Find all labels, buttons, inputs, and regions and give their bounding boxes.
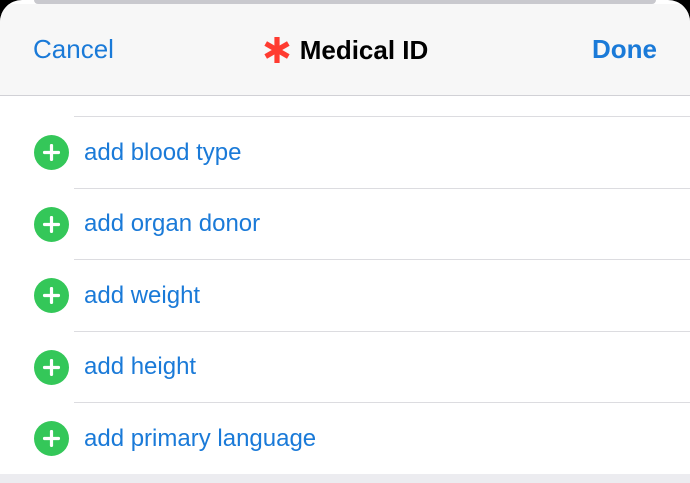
add-blood-type-label[interactable]: add blood type bbox=[84, 139, 241, 167]
add-height-row[interactable]: add height bbox=[0, 332, 690, 403]
page-title: Medical ID bbox=[299, 34, 429, 65]
plus-circle-icon[interactable] bbox=[34, 349, 69, 385]
add-organ-donor-row[interactable]: add organ donor bbox=[0, 189, 690, 260]
done-button[interactable]: Done bbox=[592, 34, 657, 65]
section-footer-band bbox=[0, 474, 690, 483]
add-primary-language-label[interactable]: add primary language bbox=[84, 425, 316, 453]
add-organ-donor-label[interactable]: add organ donor bbox=[84, 210, 260, 238]
plus-circle-icon[interactable] bbox=[34, 278, 69, 314]
navigation-bar: Cancel Medical ID Done bbox=[0, 4, 690, 96]
plus-circle-icon[interactable] bbox=[34, 421, 69, 457]
add-primary-language-row[interactable]: add primary language bbox=[0, 403, 690, 475]
add-height-label[interactable]: add height bbox=[84, 353, 196, 381]
nav-title-group: Medical ID bbox=[0, 32, 690, 68]
plus-circle-icon[interactable] bbox=[34, 206, 69, 242]
asterisk-icon bbox=[264, 37, 290, 63]
add-weight-label[interactable]: add weight bbox=[84, 282, 200, 310]
add-weight-row[interactable]: add weight bbox=[0, 260, 690, 332]
list-top-spacer bbox=[0, 96, 690, 117]
medical-info-list: add blood type add organ donor add weigh… bbox=[0, 96, 690, 475]
add-blood-type-row[interactable]: add blood type bbox=[0, 117, 690, 189]
medical-id-sheet: Cancel Medical ID Done add blood type ad… bbox=[0, 0, 690, 483]
plus-circle-icon[interactable] bbox=[34, 135, 69, 171]
